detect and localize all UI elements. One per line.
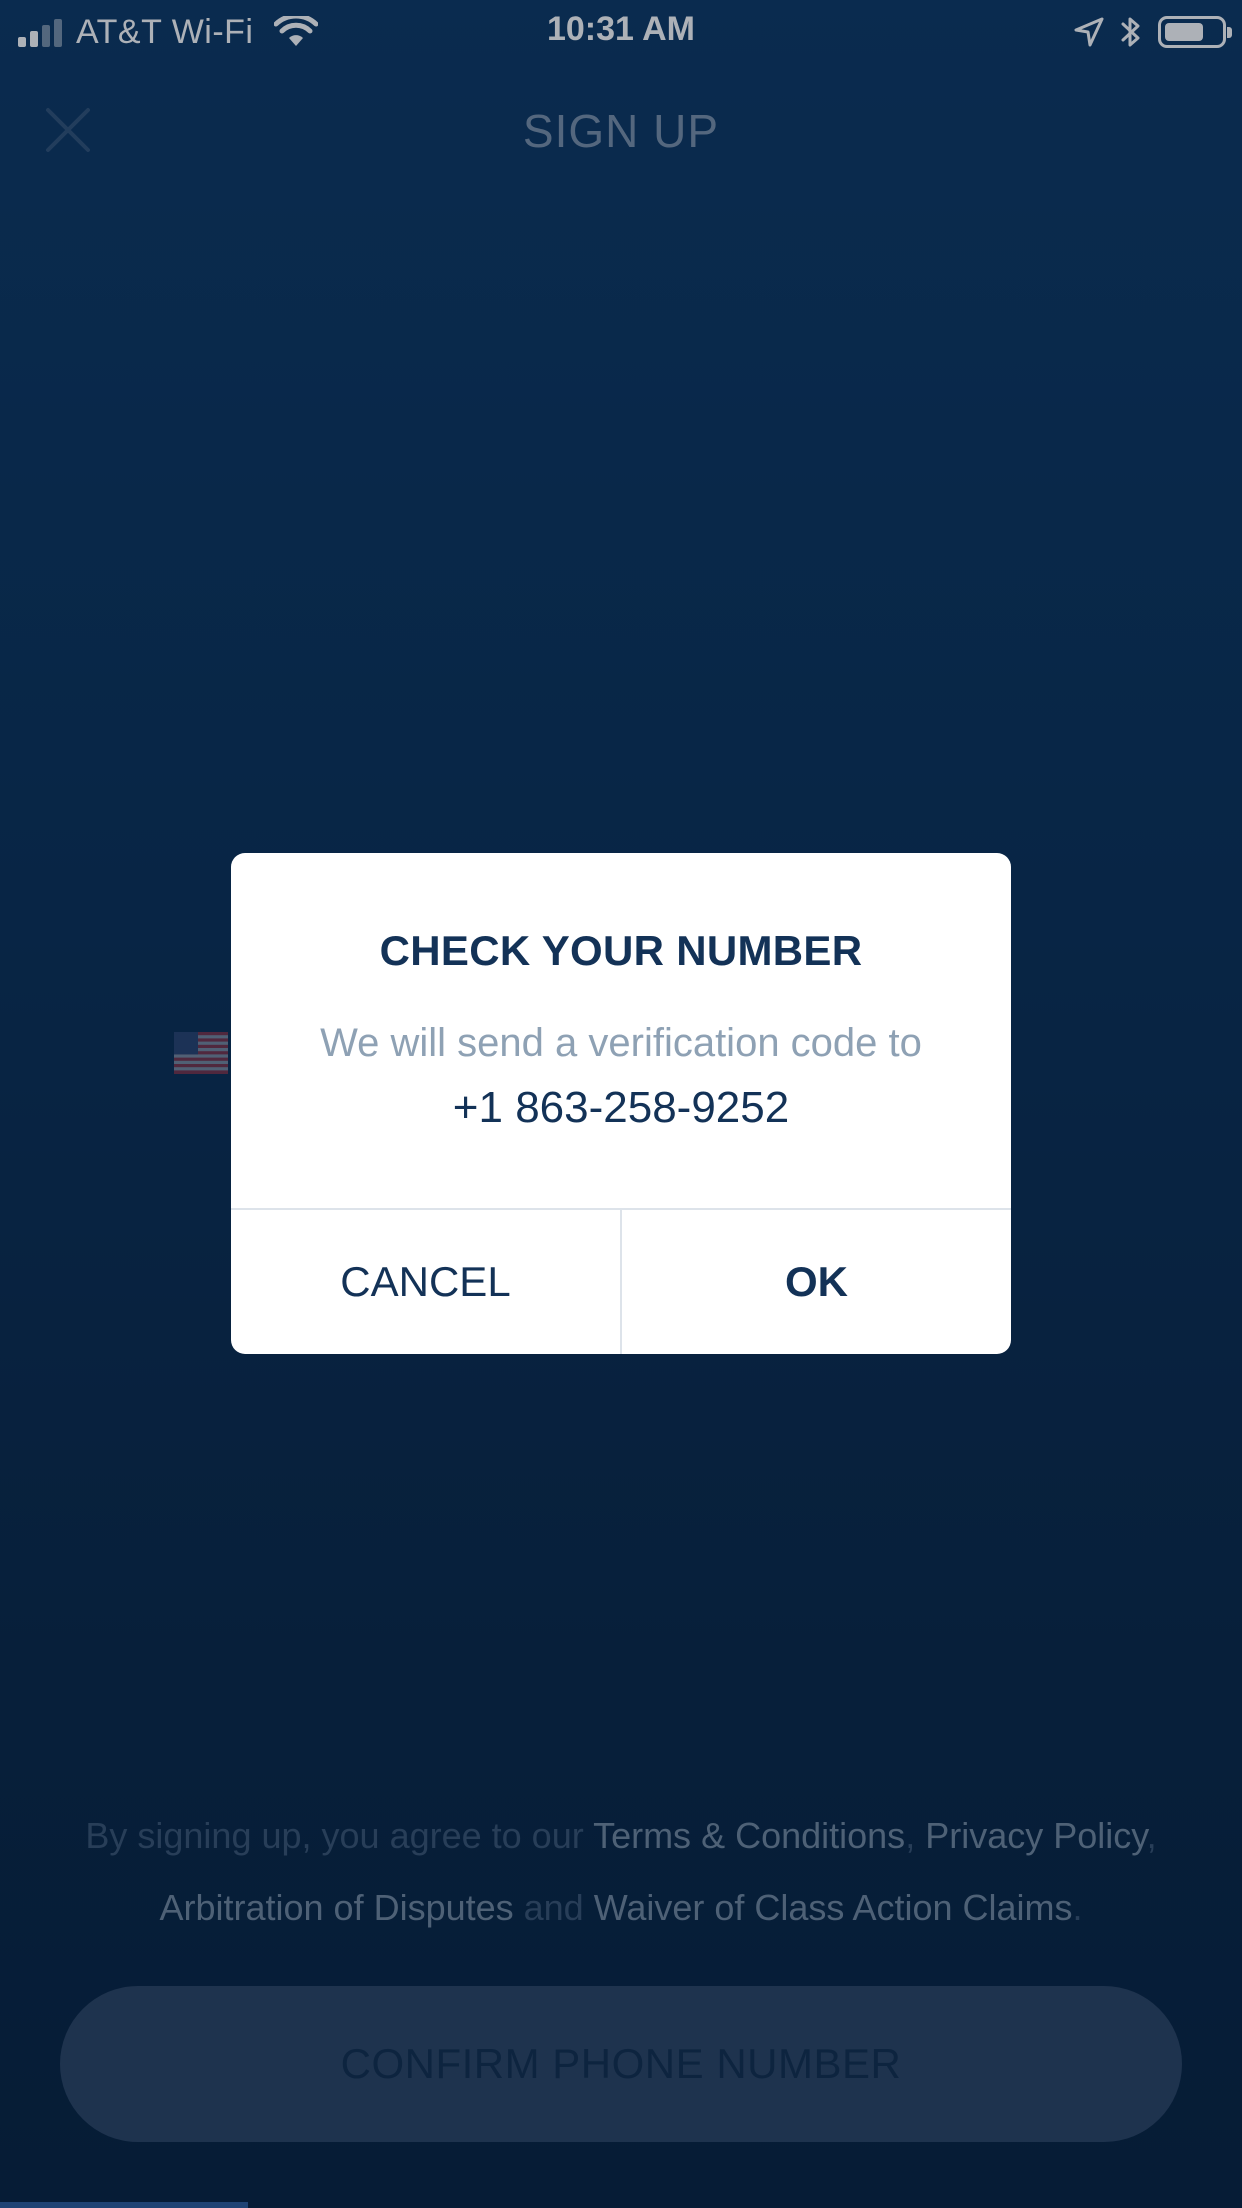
dialog-title: CHECK YOUR NUMBER [379,927,863,974]
cancel-button-label: CANCEL [340,1258,511,1305]
cancel-button[interactable]: CANCEL [231,1210,622,1354]
dialog-phone-number: +1 863-258-9252 [452,1083,790,1132]
dialog-actions: CANCEL OK [231,1208,1011,1354]
ok-button-label: OK [785,1258,848,1305]
dialog-message: We will send a verification code to [320,1021,922,1065]
ok-button[interactable]: OK [622,1210,1011,1354]
check-number-dialog: CHECK YOUR NUMBER We will send a verific… [231,853,1011,1354]
